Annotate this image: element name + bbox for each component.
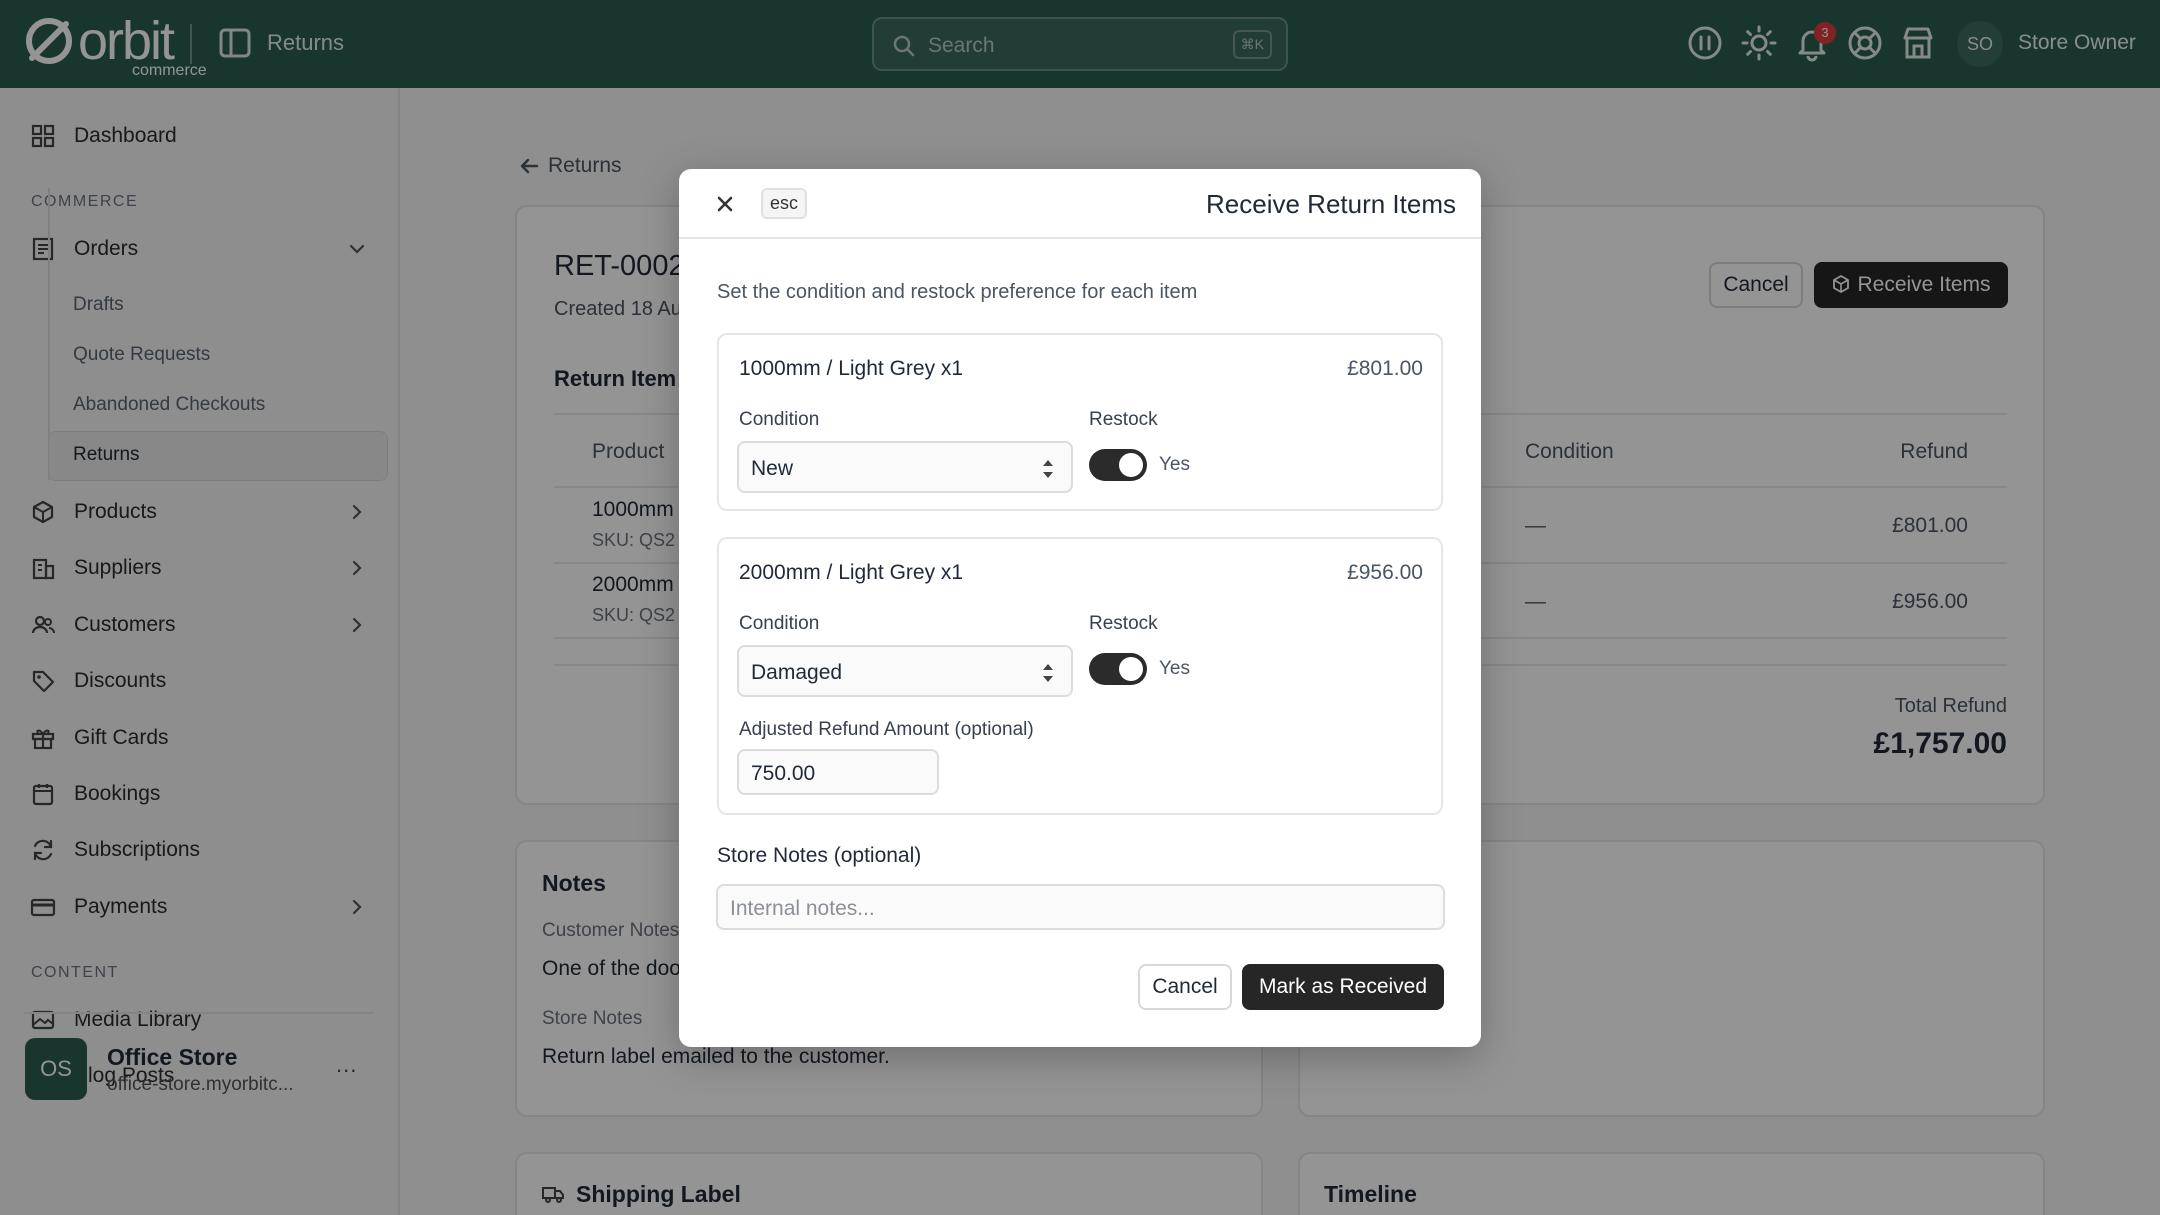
- item-title: 1000mm / Light Grey x1: [739, 357, 964, 380]
- toggle-knob: [1119, 453, 1143, 477]
- restock-toggle-label: Yes: [1159, 658, 1190, 679]
- dialog-cancel-button[interactable]: Cancel: [1138, 964, 1232, 1010]
- item-price: £801.00: [1347, 357, 1423, 380]
- item-price: £956.00: [1347, 561, 1423, 584]
- select-arrows-icon: [1043, 664, 1053, 682]
- restock-label: Restock: [1089, 409, 1158, 430]
- condition-select-value: Damaged: [751, 661, 843, 684]
- restock-toggle[interactable]: [1089, 653, 1147, 685]
- adjusted-refund-input[interactable]: 750.00: [737, 749, 939, 795]
- store-notes-input[interactable]: Internal notes...: [716, 884, 1445, 930]
- toggle-knob: [1119, 657, 1143, 681]
- dialog-description: Set the condition and restock preference…: [717, 281, 1198, 303]
- adjusted-refund-label: Adjusted Refund Amount (optional): [739, 719, 1034, 740]
- condition-select-value: New: [751, 457, 794, 480]
- receive-return-items-dialog: esc Receive Return Items Set the conditi…: [679, 169, 1481, 1047]
- store-notes-placeholder: Internal notes...: [730, 897, 875, 920]
- close-icon[interactable]: [712, 191, 738, 217]
- dialog-title: Receive Return Items: [1206, 189, 1456, 219]
- adjusted-refund-value: 750.00: [751, 762, 816, 785]
- return-item-card: 2000mm / Light Grey x1 £956.00 Condition…: [717, 537, 1443, 815]
- select-arrows-icon: [1043, 460, 1053, 478]
- return-item-card: 1000mm / Light Grey x1 £801.00 Condition…: [717, 333, 1443, 511]
- dialog-header: esc Receive Return Items: [679, 169, 1481, 239]
- mark-as-received-button[interactable]: Mark as Received: [1242, 964, 1444, 1010]
- condition-select[interactable]: New: [737, 441, 1073, 493]
- condition-label: Condition: [739, 613, 820, 634]
- item-title: 2000mm / Light Grey x1: [739, 561, 964, 584]
- condition-label: Condition: [739, 409, 820, 430]
- store-notes-field-label: Store Notes (optional): [717, 844, 922, 867]
- restock-label: Restock: [1089, 613, 1158, 634]
- condition-select[interactable]: Damaged: [737, 645, 1073, 697]
- esc-key-hint: esc: [761, 188, 808, 219]
- restock-toggle[interactable]: [1089, 449, 1147, 481]
- restock-toggle-label: Yes: [1159, 454, 1190, 475]
